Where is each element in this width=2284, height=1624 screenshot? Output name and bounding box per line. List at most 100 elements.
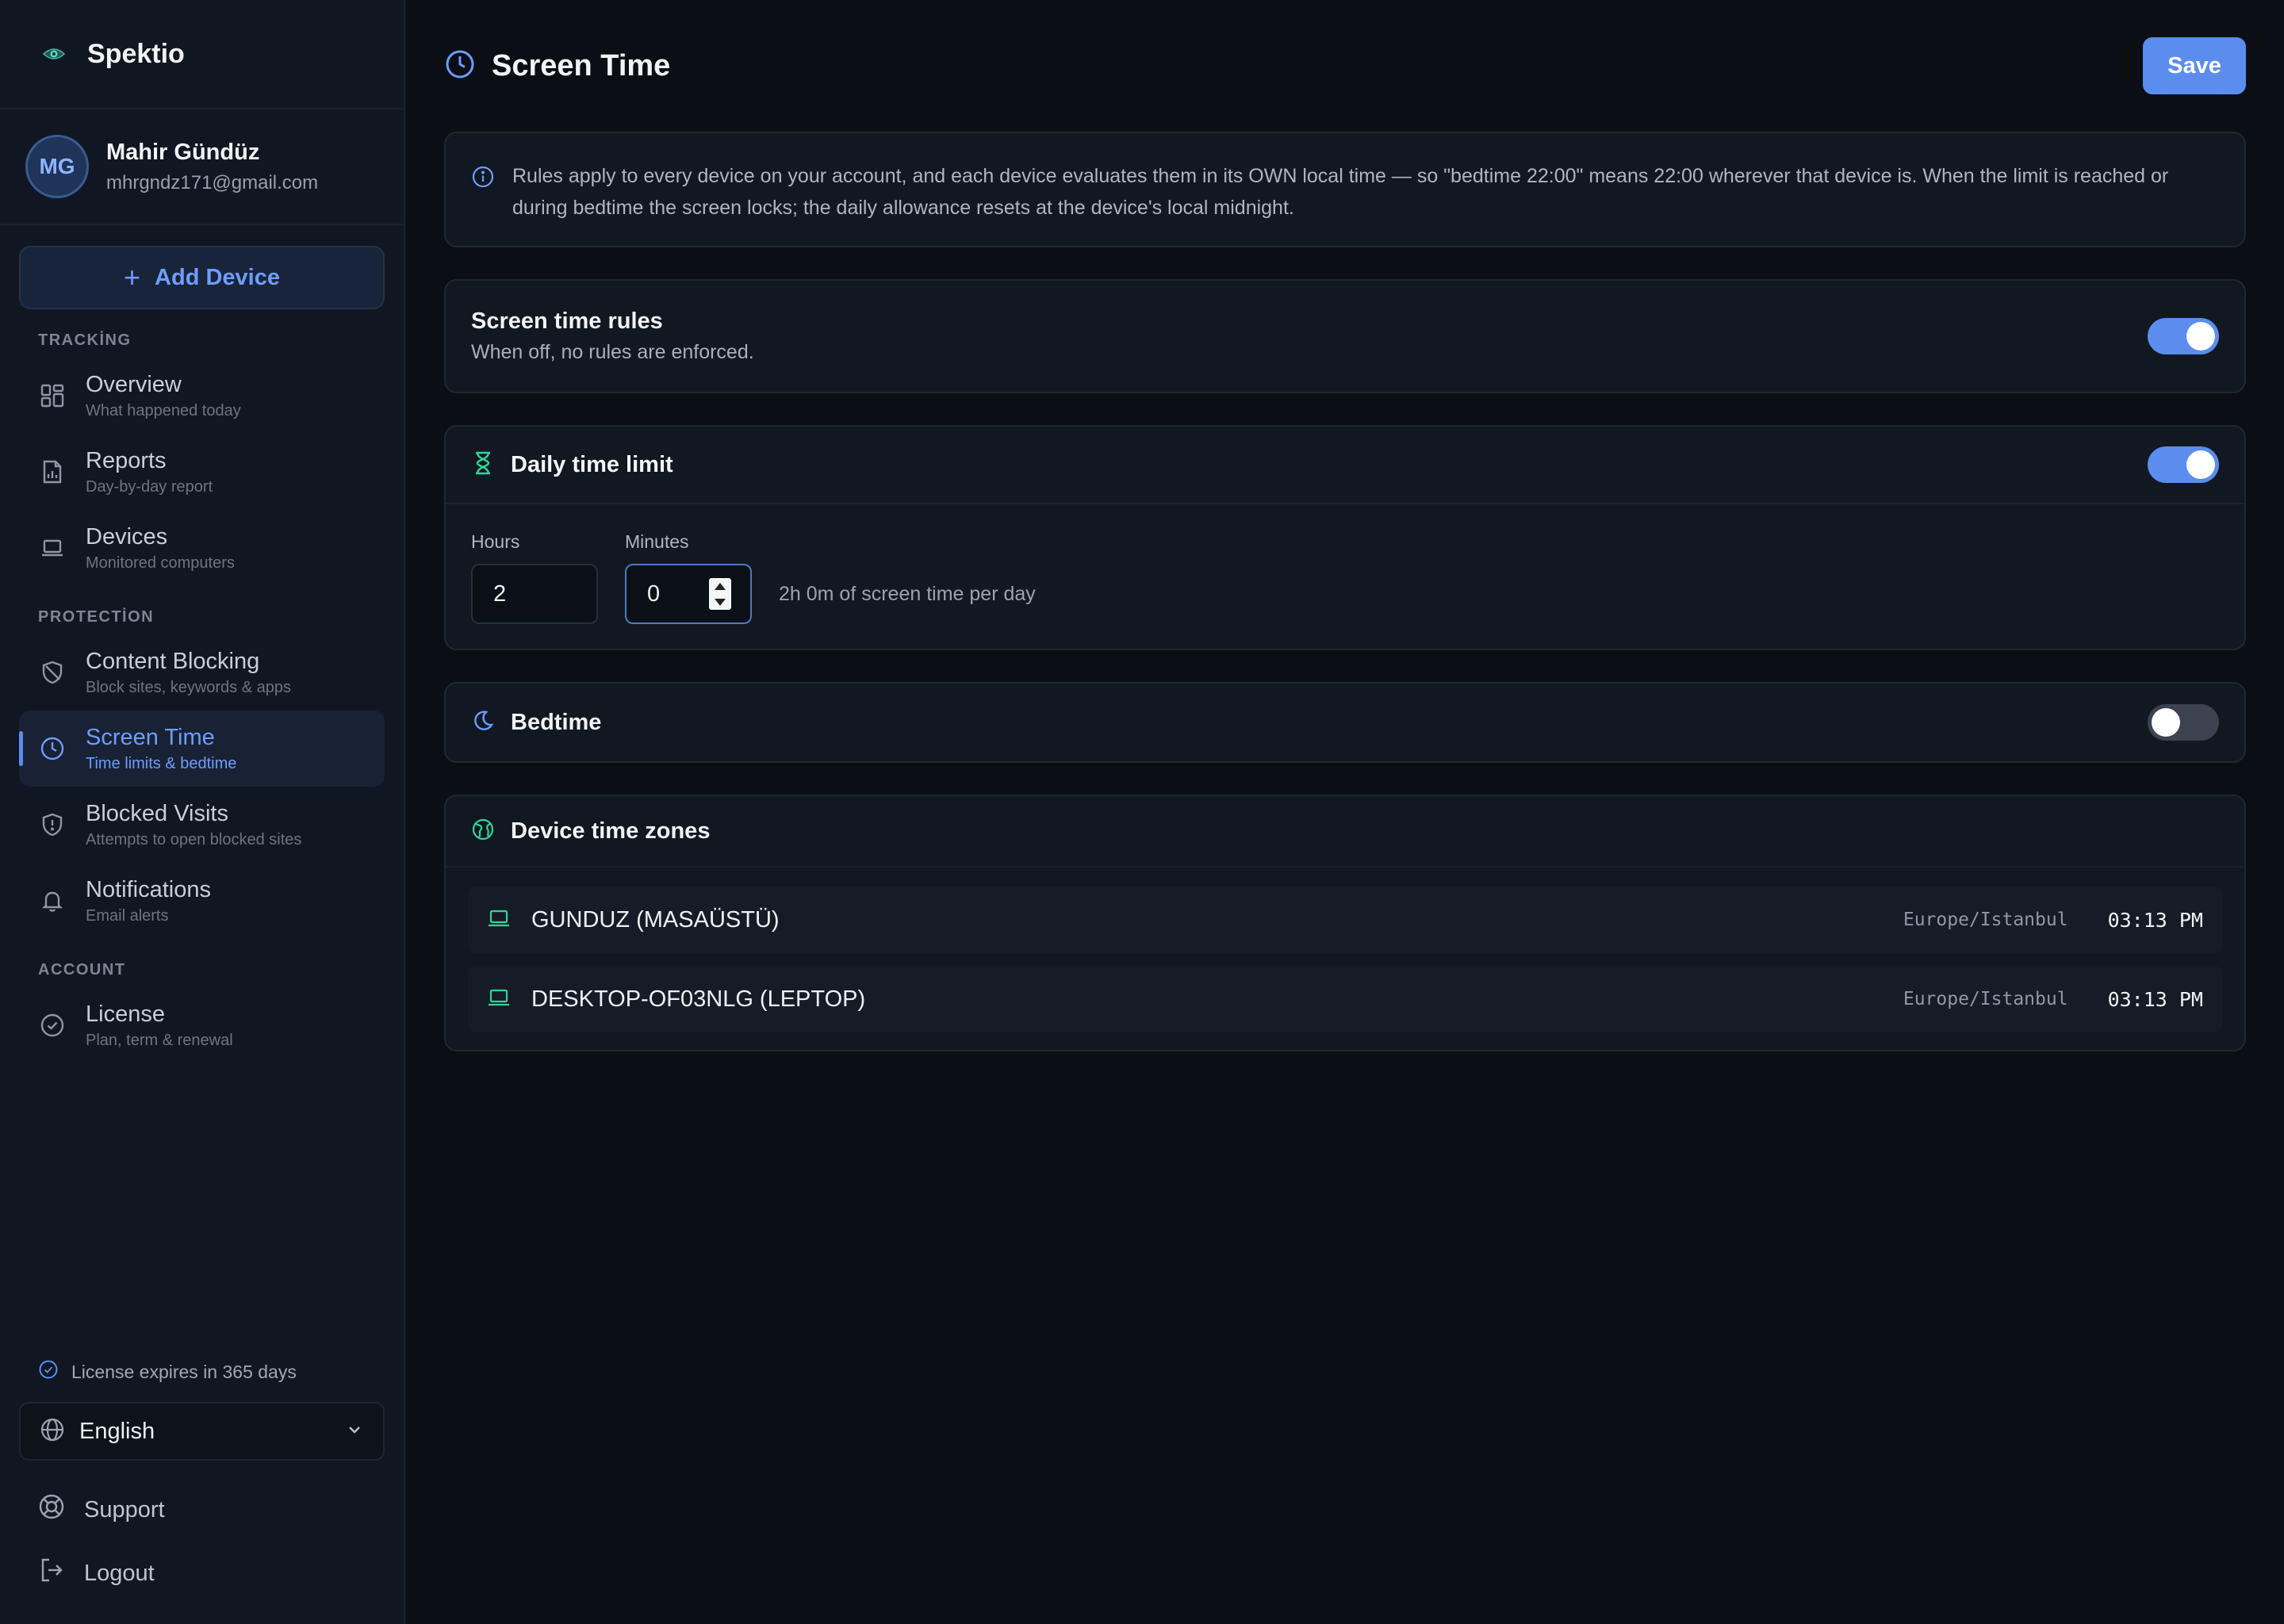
save-button[interactable]: Save <box>2143 37 2246 94</box>
info-text: Rules apply to every device on your acco… <box>512 165 2169 219</box>
support-link[interactable]: Support <box>0 1478 404 1542</box>
minutes-field-group: Minutes 0 <box>625 531 752 624</box>
rules-title: Screen time rules <box>471 308 663 334</box>
user-email: mhrgndz171@gmail.com <box>106 171 319 193</box>
sidebar-item-title: License <box>86 1001 165 1027</box>
sidebar-item-subtitle: Plan, term & renewal <box>86 1031 233 1049</box>
sidebar-item-title: Content Blocking <box>86 648 260 674</box>
minutes-input[interactable]: 0 <box>625 564 752 624</box>
sidebar-item-subtitle: Time limits & bedtime <box>86 754 237 772</box>
sidebar-item-text: Screen Time Time limits & bedtime <box>86 725 236 773</box>
sidebar-item-title: Overview <box>86 371 182 397</box>
license-note: License expires in 365 days <box>0 1356 404 1388</box>
daily-limit-header: Daily time limit <box>446 427 2244 504</box>
globe-icon <box>40 1417 65 1446</box>
sidebar-item-subtitle: Block sites, keywords & apps <box>86 678 291 696</box>
device-time: 03:13 PM <box>2107 987 2203 1011</box>
sidebar-item-license[interactable]: License Plan, term & renewal <box>19 987 385 1063</box>
avatar: MG <box>25 135 89 198</box>
device-name: DESKTOP-OF03NLG (LEPTOP) <box>531 986 866 1012</box>
bedtime-card: Bedtime <box>444 682 2246 763</box>
license-note-text: License expires in 365 days <box>71 1361 297 1382</box>
timezones-header: Device time zones <box>446 796 2244 868</box>
info-banner: Rules apply to every device on your acco… <box>444 132 2246 247</box>
user-profile[interactable]: MG Mahir Gündüz mhrgndz171@gmail.com <box>0 109 404 225</box>
bedtime-toggle[interactable] <box>2148 704 2219 741</box>
bedtime-title: Bedtime <box>511 709 602 735</box>
sidebar-item-subtitle: What happened today <box>86 401 241 419</box>
stepper-up-icon[interactable] <box>715 582 726 590</box>
brand-name: Spektio <box>87 38 185 69</box>
daily-limit-body: Hours 2 Minutes 0 2h 0m of screen time p… <box>446 504 2244 624</box>
minutes-stepper[interactable] <box>709 578 731 610</box>
sidebar-item-blocked-visits[interactable]: Blocked Visits Attempts to open blocked … <box>19 787 385 863</box>
main-content: Screen Time Save Rules apply to every de… <box>405 0 2284 1624</box>
timezone-row: DESKTOP-OF03NLG (LEPTOP) Europe/Istanbul… <box>468 966 2222 1032</box>
sidebar-item-devices[interactable]: Devices Monitored computers <box>19 510 385 586</box>
logout-icon <box>38 1557 65 1590</box>
plus-icon: + <box>124 261 141 293</box>
sidebar-item-text: License Plan, term & renewal <box>86 1002 233 1050</box>
rules-toggle[interactable] <box>2148 318 2219 354</box>
hourglass-icon <box>471 450 495 480</box>
daily-limit-toggle[interactable] <box>2148 446 2219 483</box>
timezones-title: Device time zones <box>511 818 711 844</box>
brand[interactable]: Spektio <box>0 0 404 109</box>
report-icon <box>38 458 67 486</box>
shield-alert-icon <box>38 810 67 839</box>
sidebar-item-subtitle: Day-by-day report <box>86 477 213 496</box>
sidebar-item-title: Devices <box>86 523 168 550</box>
minutes-label: Minutes <box>625 531 689 552</box>
device-zone: Europe/Istanbul <box>1903 910 2068 930</box>
sidebar-item-title: Screen Time <box>86 724 215 750</box>
laptop-icon <box>487 986 511 1013</box>
device-timezones-card: Device time zones GUNDUZ (MASAÜSTÜ) Euro… <box>444 795 2246 1051</box>
chevron-down-icon <box>345 1420 364 1443</box>
daily-limit-summary: 2h 0m of screen time per day <box>779 582 1036 605</box>
sidebar-item-text: Notifications Email alerts <box>86 877 211 925</box>
sidebar-item-text: Overview What happened today <box>86 372 241 420</box>
moon-icon <box>471 709 495 737</box>
page-title-group: Screen Time <box>444 48 670 84</box>
app-root: Spektio MG Mahir Gündüz mhrgndz171@gmail… <box>0 0 2284 1624</box>
timezone-row: GUNDUZ (MASAÜSTÜ) Europe/Istanbul 03:13 … <box>468 887 2222 953</box>
sidebar-item-title: Blocked Visits <box>86 800 228 826</box>
language-select[interactable]: English <box>19 1402 385 1461</box>
sidebar-item-text: Reports Day-by-day report <box>86 448 213 496</box>
sidebar-item-overview[interactable]: Overview What happened today <box>19 358 385 434</box>
rules-text: Screen time rules When off, no rules are… <box>471 308 754 364</box>
sidebar-footer: License expires in 365 days English Supp… <box>0 1356 404 1624</box>
hours-input[interactable]: 2 <box>471 564 598 624</box>
logout-button[interactable]: Logout <box>0 1542 404 1605</box>
hours-value: 2 <box>493 580 507 607</box>
add-device-label: Add Device <box>155 264 280 290</box>
device-zone: Europe/Istanbul <box>1903 989 2068 1009</box>
sidebar-item-notifications[interactable]: Notifications Email alerts <box>19 863 385 939</box>
eye-icon <box>38 38 70 70</box>
sidebar-item-text: Devices Monitored computers <box>86 524 235 573</box>
daily-limit-title-group: Daily time limit <box>471 450 673 480</box>
minutes-value: 0 <box>647 580 661 607</box>
hours-field-group: Hours 2 <box>471 531 598 624</box>
section-label-tracking: TRACKİNG <box>38 331 132 349</box>
globe-icon <box>471 818 495 845</box>
add-device-button[interactable]: + Add Device <box>19 246 385 309</box>
logout-label: Logout <box>84 1560 155 1586</box>
sidebar-item-subtitle: Monitored computers <box>86 553 235 572</box>
toggle-knob <box>2186 322 2215 350</box>
screen-time-rules-card: Screen time rules When off, no rules are… <box>444 279 2246 393</box>
bell-icon <box>38 887 67 915</box>
sidebar-item-content-blocking[interactable]: Content Blocking Block sites, keywords &… <box>19 634 385 710</box>
toggle-knob <box>2152 708 2180 737</box>
user-info: Mahir Gündüz mhrgndz171@gmail.com <box>106 140 318 194</box>
lifebuoy-icon <box>38 1493 65 1526</box>
user-name: Mahir Gündüz <box>106 139 260 165</box>
sidebar-item-text: Blocked Visits Attempts to open blocked … <box>86 801 301 849</box>
sidebar-item-reports[interactable]: Reports Day-by-day report <box>19 434 385 510</box>
sidebar: Spektio MG Mahir Gündüz mhrgndz171@gmail… <box>0 0 405 1624</box>
stepper-down-icon[interactable] <box>715 598 726 606</box>
grid-icon <box>38 381 67 410</box>
sidebar-item-screen-time[interactable]: Screen Time Time limits & bedtime <box>19 710 385 787</box>
clock-icon <box>38 734 67 763</box>
badge-check-icon <box>38 1011 67 1040</box>
